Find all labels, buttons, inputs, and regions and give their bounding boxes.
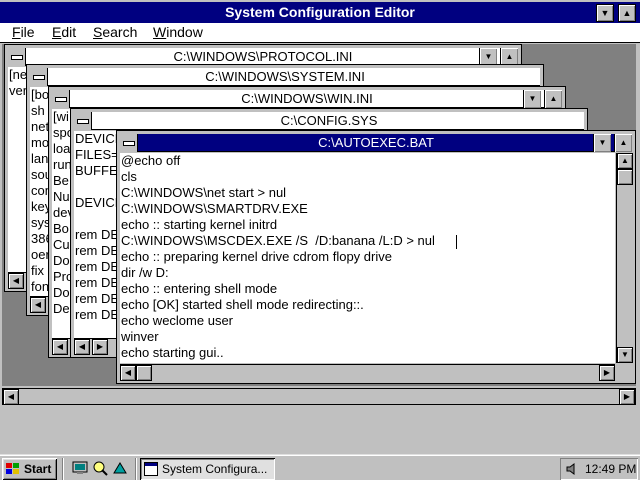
scroll-right-arrow-icon[interactable]: ▶: [599, 365, 615, 381]
child-system-menu-icon[interactable]: [52, 90, 70, 108]
menu-search[interactable]: Search: [93, 23, 137, 42]
scroll-up-arrow-icon[interactable]: ▲: [617, 153, 633, 169]
scroll-down-arrow-icon[interactable]: ▼: [617, 347, 633, 363]
mdi-workspace: C:\WINDOWS\PROTOCOL.INI ▼ ▲ [ne ver ◀ C:\…: [2, 44, 636, 386]
scroll-right-arrow-icon[interactable]: ▶: [92, 339, 108, 355]
scroll-left-arrow-icon[interactable]: ◀: [3, 389, 19, 405]
horizontal-scroll-thumb[interactable]: [136, 365, 152, 381]
taskbar: Start System Configura... 12:49 PM: [0, 454, 640, 480]
text-line: echo starting gui..: [121, 345, 224, 360]
clock[interactable]: 12:49 PM: [585, 458, 636, 480]
taskbar-button-label: System Configura...: [162, 462, 268, 476]
text-line: C:\WINDOWS\MSCDEX.EXE /S /D:banana /L:D …: [121, 233, 435, 248]
maximize-button[interactable]: ▲: [544, 90, 562, 108]
app-title-bar[interactable]: System Configuration Editor: [0, 2, 640, 23]
channels-icon[interactable]: [112, 460, 128, 476]
speaker-icon[interactable]: [565, 462, 579, 476]
menu-window[interactable]: Window: [153, 23, 203, 42]
menu-edit[interactable]: Edit: [52, 23, 76, 42]
text-line: dir /w D:: [121, 265, 169, 280]
scroll-left-arrow-icon[interactable]: ◀: [30, 297, 46, 313]
minimize-button[interactable]: ▼: [593, 134, 611, 152]
text-line: echo :: entering shell mode: [121, 281, 278, 296]
text-line: echo :: starting kernel initrd: [121, 217, 278, 232]
minimize-button[interactable]: ▼: [523, 90, 541, 108]
autoexec-bat-window[interactable]: C:\AUTOEXEC.BAT ▲ ▼ @echo off cls C:\WINDO…: [116, 130, 636, 384]
child-system-menu-icon[interactable]: [30, 68, 48, 86]
maximize-button[interactable]: ▲: [618, 4, 636, 22]
text-line: cls: [121, 169, 137, 184]
child-system-menu-icon[interactable]: [120, 134, 138, 152]
start-button[interactable]: Start: [2, 458, 57, 480]
config-sys-title[interactable]: C:\CONFIG.SYS: [74, 112, 584, 130]
scroll-left-arrow-icon[interactable]: ◀: [8, 273, 24, 289]
vertical-scrollbar[interactable]: ▲ ▼: [616, 153, 633, 363]
app-window: System Configuration Editor ▼ ▲ File Edi…: [0, 0, 640, 456]
text-cursor: [456, 235, 457, 249]
vertical-scroll-thumb[interactable]: [617, 169, 633, 185]
taskbar-separator: [62, 458, 64, 480]
maximize-button[interactable]: ▲: [614, 134, 632, 152]
text-line: echo weclome user: [121, 313, 233, 328]
child-system-menu-icon[interactable]: [8, 48, 26, 66]
autoexec-bat-text: @echo off cls C:\WINDOWS\net start > nul C:…: [120, 153, 615, 361]
scroll-left-arrow-icon[interactable]: ◀: [120, 365, 136, 381]
system-tray: 12:49 PM: [560, 458, 638, 480]
explorer-icon[interactable]: [92, 460, 108, 476]
text-line: echo :: preparing kernel drive cdrom flo…: [121, 249, 392, 264]
text-line: echo [OK] started shell mode redirecting…: [121, 297, 364, 312]
menu-file[interactable]: File: [12, 23, 35, 42]
text-line: C:\WINDOWS\net start > nul: [121, 185, 287, 200]
autoexec-bat-title[interactable]: C:\AUTOEXEC.BAT: [120, 134, 632, 152]
taskbar-button-system-configuration[interactable]: System Configura...: [140, 458, 275, 480]
scroll-left-arrow-icon[interactable]: ◀: [74, 339, 90, 355]
autoexec-bat-editor[interactable]: @echo off cls C:\WINDOWS\net start > nul C:…: [120, 153, 615, 363]
horizontal-scrollbar[interactable]: ◀ ▶: [120, 364, 615, 381]
window-icon: [144, 462, 158, 476]
win-ini-title[interactable]: C:\WINDOWS\WIN.INI: [52, 90, 562, 108]
app-title: System Configuration Editor: [225, 4, 415, 20]
scroll-right-arrow-icon[interactable]: ▶: [619, 389, 635, 405]
scroll-left-arrow-icon[interactable]: ◀: [52, 339, 68, 355]
text-line: @echo off: [121, 153, 181, 168]
main-horizontal-scrollbar[interactable]: ◀ ▶: [2, 388, 636, 405]
start-label: Start: [24, 462, 52, 476]
system-ini-title[interactable]: C:\WINDOWS\SYSTEM.INI: [30, 68, 540, 86]
show-desktop-icon[interactable]: [72, 460, 88, 476]
text-line: winver: [121, 329, 159, 344]
text-line: C:\WINDOWS\SMARTDRV.EXE: [121, 201, 308, 216]
child-system-menu-icon[interactable]: [74, 112, 92, 130]
taskbar-separator: [135, 458, 137, 480]
minimize-button[interactable]: ▼: [596, 4, 614, 22]
windows-logo-icon: [6, 463, 19, 474]
menu-bar: File Edit Search Window: [0, 23, 640, 43]
